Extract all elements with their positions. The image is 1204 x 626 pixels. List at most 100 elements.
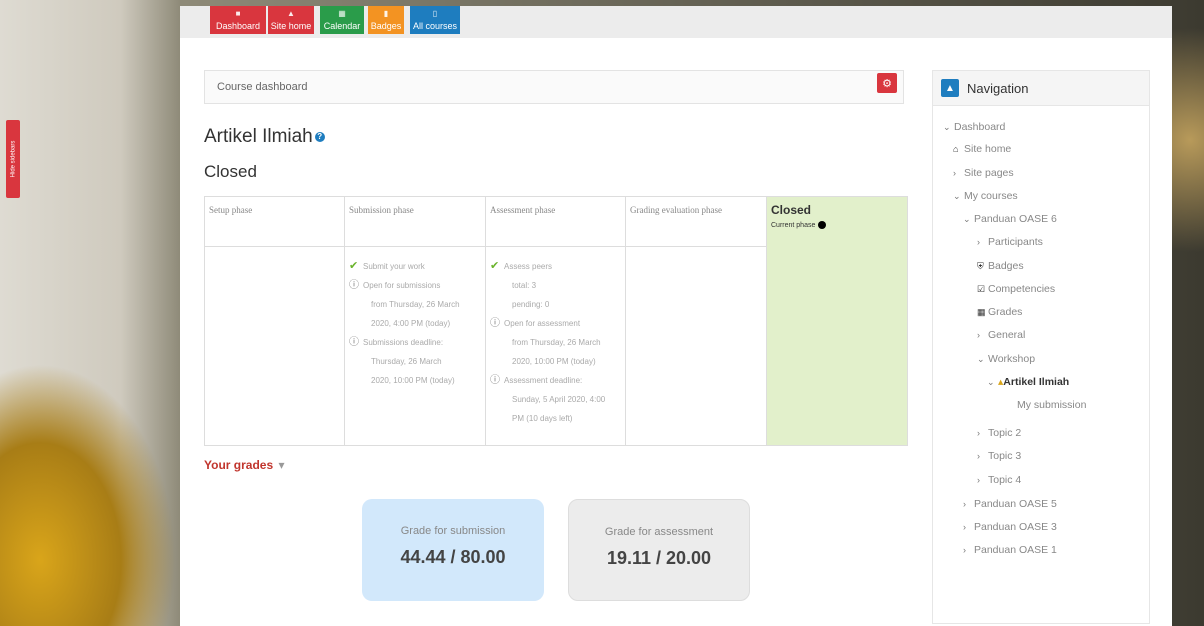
navigation-header: ▲ Navigation bbox=[933, 71, 1149, 106]
grade-label: Grade for submission bbox=[400, 525, 506, 537]
nav-item-competencies[interactable]: ☑ Competencies bbox=[977, 283, 1055, 295]
table-icon: ▦ bbox=[977, 307, 986, 317]
gear-icon[interactable]: ⚙ bbox=[877, 73, 897, 93]
grade-assessment-card: Grade for assessment 19.11 / 20.00 bbox=[568, 499, 750, 601]
chevron-down-icon: ⌄ bbox=[963, 214, 971, 224]
current-phase-indicator: Current phase bbox=[771, 221, 903, 229]
task-item: ⓘ Submissions deadline: bbox=[349, 333, 481, 352]
badges-button[interactable]: ▮ Badges bbox=[368, 6, 404, 34]
nav-item-course[interactable]: › Panduan OASE 5 bbox=[963, 498, 1057, 510]
home-icon: ▲ bbox=[287, 9, 295, 18]
checkbox-icon: ☑ bbox=[977, 284, 986, 294]
task-detail: from Thursday, 26 March bbox=[512, 338, 601, 347]
nav-item-artikel-ilmiah[interactable]: ⌄ ▴Artikel Ilmiah bbox=[987, 376, 1069, 388]
task-detail: 2020, 4:00 PM (today) bbox=[371, 319, 451, 328]
phase-column-setup: Setup phase bbox=[205, 197, 345, 445]
page-title: Artikel Ilmiah? bbox=[204, 126, 325, 148]
grade-submission-card: Grade for submission 44.44 / 80.00 bbox=[362, 499, 544, 601]
nav-item-topic-2[interactable]: › Topic 2 bbox=[977, 427, 1021, 439]
dashboard-button[interactable]: ■ Dashboard bbox=[210, 6, 266, 34]
nav-item-workshop[interactable]: ⌄ Workshop bbox=[977, 353, 1035, 365]
chevron-down-icon: ⌄ bbox=[943, 122, 951, 132]
phase-table: Setup phase Submission phase ✔ Submit you… bbox=[204, 196, 908, 446]
phase-header: Assessment phase bbox=[486, 197, 625, 247]
main-panel: Course dashboard ⚙ Artikel Ilmiah? Close… bbox=[180, 38, 1172, 626]
nav-item-badges[interactable]: ⛨ Badges bbox=[977, 260, 1024, 272]
phase-column-grading-evaluation: Grading evaluation phase bbox=[626, 197, 767, 445]
info-icon: ⓘ bbox=[490, 375, 500, 386]
chevron-right-icon: › bbox=[977, 428, 980, 438]
current-phase-heading: Closed bbox=[204, 162, 257, 181]
task-item: ⓘ Open for submissions bbox=[349, 276, 481, 295]
task-detail: Sunday, 5 April 2020, 4:00 bbox=[512, 395, 606, 404]
task-list: ✔ Submit your work ⓘ Open for submissions … bbox=[345, 247, 485, 390]
site-home-button[interactable]: ▲ Site home bbox=[268, 6, 314, 34]
nav-item-general[interactable]: › General bbox=[977, 329, 1025, 341]
calendar-button[interactable]: ▦ Calendar bbox=[320, 6, 364, 34]
phase-column-closed: Closed Current phase bbox=[767, 197, 907, 445]
nav-item-site-pages[interactable]: › Site pages bbox=[953, 167, 1014, 179]
nav-item-my-courses[interactable]: ⌄ My courses bbox=[953, 190, 1018, 202]
nav-item-dashboard[interactable]: ⌄ Dashboard bbox=[943, 121, 1005, 133]
nav-item-my-submission[interactable]: My submission bbox=[1017, 399, 1086, 411]
task-item[interactable]: ✔ Submit your work bbox=[349, 257, 481, 276]
breadcrumb: Course dashboard bbox=[204, 70, 904, 104]
phase-column-assessment: Assessment phase ✔ Assess peers total: 3 … bbox=[486, 197, 626, 445]
chevron-down-icon: ⌄ bbox=[977, 354, 985, 364]
nav-item-topic-3[interactable]: › Topic 3 bbox=[977, 450, 1021, 462]
task-detail: total: 3 bbox=[512, 281, 537, 290]
task-detail: 2020, 10:00 PM (today) bbox=[512, 357, 596, 366]
nav-item-course[interactable]: › Panduan OASE 3 bbox=[963, 521, 1057, 533]
nav-item-site-home[interactable]: ⌂ Site home bbox=[953, 143, 1011, 155]
chevron-right-icon: › bbox=[977, 475, 980, 485]
hide-sidebars-button[interactable]: Hide sidebars bbox=[6, 120, 20, 198]
task-detail: Thursday, 26 March bbox=[371, 357, 442, 366]
info-icon: ⓘ bbox=[490, 318, 500, 329]
top-navigation-bar: ■ Dashboard ▲ Site home ▦ Calendar ▮ Bad… bbox=[180, 6, 1172, 38]
bookmark-icon: ▮ bbox=[383, 9, 389, 18]
task-item[interactable]: ✔ Assess peers bbox=[490, 257, 621, 276]
chevron-down-icon: ⌄ bbox=[987, 377, 995, 387]
chevron-right-icon: › bbox=[977, 451, 980, 461]
chevron-right-icon: › bbox=[963, 522, 966, 532]
task-detail: from Thursday, 26 March bbox=[371, 300, 460, 309]
sitemap-icon: ▲ bbox=[941, 79, 959, 97]
current-phase-dot-icon bbox=[818, 221, 827, 229]
nav-item-topic-4[interactable]: › Topic 4 bbox=[977, 474, 1021, 486]
hide-sidebars-label: Hide sidebars bbox=[10, 140, 16, 178]
nav-item-grades[interactable]: ▦ Grades bbox=[977, 306, 1022, 318]
nav-item-course[interactable]: ⌄ Panduan OASE 6 bbox=[963, 213, 1057, 225]
task-detail: pending: 0 bbox=[512, 300, 550, 309]
task-detail: 2020, 10:00 PM (today) bbox=[371, 376, 455, 385]
file-icon: ▯ bbox=[432, 9, 438, 18]
check-icon: ✔ bbox=[349, 260, 359, 272]
shield-icon: ⛨ bbox=[977, 261, 984, 271]
home-icon: ⌂ bbox=[953, 144, 959, 154]
chevron-right-icon: › bbox=[963, 499, 966, 509]
phase-header: Submission phase bbox=[345, 197, 485, 247]
breadcrumb-link[interactable]: Course dashboard bbox=[217, 81, 308, 93]
nav-item-course[interactable]: › Panduan OASE 1 bbox=[963, 544, 1057, 556]
your-grades-toggle[interactable]: Your grades ▾ bbox=[204, 458, 285, 472]
chevron-right-icon: › bbox=[977, 237, 980, 247]
navigation-block: ▲ Navigation ⌄ Dashboard ⌂ Site home › Site… bbox=[932, 70, 1150, 624]
info-icon: ⓘ bbox=[349, 337, 359, 348]
task-item: ⓘ Assessment deadline: bbox=[490, 371, 621, 390]
grade-value: 19.11 / 20.00 bbox=[606, 548, 712, 568]
caret-down-icon: ▾ bbox=[275, 458, 285, 472]
task-detail: PM (10 days left) bbox=[512, 414, 573, 423]
phase-header: Setup phase bbox=[205, 197, 344, 247]
nav-item-participants[interactable]: › Participants bbox=[977, 236, 1043, 248]
phase-header: Grading evaluation phase bbox=[626, 197, 766, 247]
info-icon: ⓘ bbox=[349, 280, 359, 291]
all-courses-button[interactable]: ▯ All courses bbox=[410, 6, 460, 34]
phase-column-submission: Submission phase ✔ Submit your work ⓘ Open… bbox=[345, 197, 486, 445]
grade-value: 44.44 / 80.00 bbox=[400, 547, 506, 567]
chevron-right-icon: › bbox=[977, 330, 980, 340]
task-list: ✔ Assess peers total: 3 pending: 0 ⓘ Open … bbox=[486, 247, 625, 428]
calendar-icon: ▦ bbox=[338, 9, 346, 18]
chevron-right-icon: › bbox=[953, 168, 956, 178]
phase-header: Closed Current phase bbox=[767, 197, 907, 247]
help-icon[interactable]: ? bbox=[314, 132, 325, 142]
task-item: ⓘ Open for assessment bbox=[490, 314, 621, 333]
